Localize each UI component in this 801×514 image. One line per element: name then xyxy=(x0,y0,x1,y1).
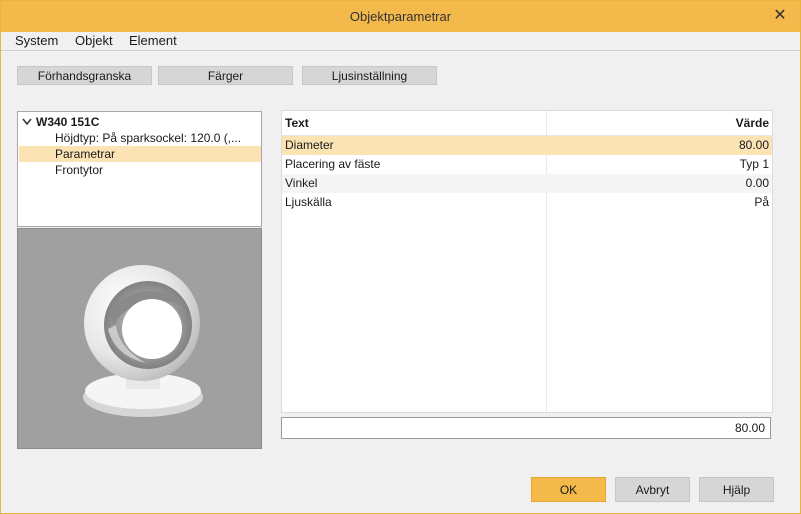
tree-item-frontytor[interactable]: Frontytor xyxy=(55,162,103,178)
value-input[interactable]: 80.00 xyxy=(281,417,771,439)
table-row[interactable]: Vinkel 0.00 xyxy=(282,174,772,193)
title-bar: Objektparametrar ✕ xyxy=(1,1,800,32)
ok-button[interactable]: OK xyxy=(531,477,606,502)
row-text: Vinkel xyxy=(285,176,318,190)
menu-element[interactable]: Element xyxy=(129,33,177,48)
row-value: Typ 1 xyxy=(739,157,769,171)
table-row[interactable]: Diameter 80.00 xyxy=(282,136,772,155)
preview-button[interactable]: Förhandsgranska xyxy=(17,66,152,85)
header-value: Värde xyxy=(735,116,769,130)
menu-bar: System Objekt Element xyxy=(1,32,800,51)
help-button[interactable]: Hjälp xyxy=(699,477,774,502)
light-settings-button[interactable]: Ljusinställning xyxy=(302,66,437,85)
header-text: Text xyxy=(285,116,309,130)
parameter-table: Text Värde Diameter 80.00 Placering av f… xyxy=(281,110,773,413)
row-text: Placering av fäste xyxy=(285,157,381,171)
table-row[interactable]: Ljuskälla På xyxy=(282,193,772,212)
row-value: På xyxy=(754,195,769,209)
object-tree: W340 151C Höjdtyp: På sparksockel: 120.0… xyxy=(17,111,262,227)
close-icon[interactable]: ✕ xyxy=(770,6,790,26)
row-text: Diameter xyxy=(285,138,334,152)
menu-system[interactable]: System xyxy=(15,33,58,48)
menu-objekt[interactable]: Objekt xyxy=(75,33,113,48)
chevron-down-icon[interactable] xyxy=(22,115,36,131)
tree-item-parametrar[interactable]: Parametrar xyxy=(19,146,261,162)
tree-item-hojdtyp[interactable]: Höjdtyp: På sparksockel: 120.0 (,... xyxy=(55,130,241,146)
row-value: 80.00 xyxy=(738,138,769,152)
row-value: 0.00 xyxy=(745,176,769,190)
window-title: Objektparametrar xyxy=(349,9,452,24)
lamp-preview-image xyxy=(83,265,203,417)
row-text: Ljuskälla xyxy=(285,195,332,209)
table-header: Text Värde xyxy=(282,111,772,136)
dialog-window: Objektparametrar ✕ System Objekt Element… xyxy=(0,0,801,514)
object-preview xyxy=(17,228,262,449)
tree-root[interactable]: W340 151C xyxy=(22,114,99,130)
cancel-button[interactable]: Avbryt xyxy=(615,477,690,502)
colors-button[interactable]: Färger xyxy=(158,66,293,85)
tree-root-label: W340 151C xyxy=(36,115,100,129)
table-row[interactable]: Placering av fäste Typ 1 xyxy=(282,155,772,174)
